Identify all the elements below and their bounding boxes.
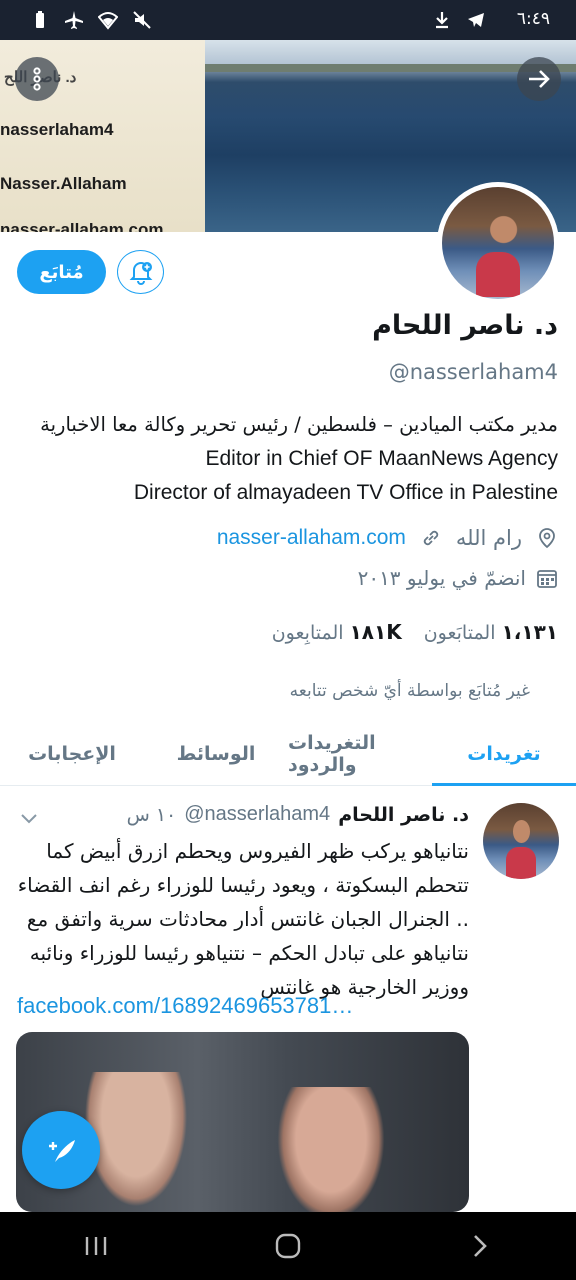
calendar-icon — [537, 570, 557, 588]
tweet-link[interactable]: facebook.com/16892469653781… — [17, 993, 353, 1019]
recents-button[interactable] — [66, 1226, 126, 1266]
tweet-author-name[interactable]: د. ناصر اللحام — [338, 804, 469, 826]
status-icons-right — [432, 10, 486, 30]
recents-icon — [85, 1237, 107, 1255]
profile-website-link[interactable]: nasser-allaham.com — [217, 526, 406, 550]
location-icon — [539, 528, 555, 549]
mute-icon — [133, 11, 151, 29]
not-followed-note: غير مُتابَع بواسطة أيّ شخص تتابعه — [289, 681, 530, 701]
profile-avatar[interactable] — [437, 182, 559, 304]
profile-bio: مدير مكتب الميادين – فلسطين / رئيس تحرير… — [18, 408, 558, 510]
avatar-image — [442, 187, 554, 299]
joined-date: انضمّ في يوليو ٢٠١٣ — [357, 566, 526, 590]
tweet-author-handle[interactable]: @nasserlaham4 — [184, 803, 330, 826]
followers-label: المتابِعون — [271, 622, 344, 644]
tab-tweets-replies[interactable]: التغريدات والردود — [288, 722, 432, 785]
tweet-avatar[interactable] — [483, 803, 559, 879]
followers-count[interactable]: ١٨١K المتابِعون — [272, 620, 402, 644]
home-icon — [275, 1233, 301, 1259]
compose-tweet-button[interactable] — [22, 1111, 100, 1189]
download-icon — [436, 12, 448, 29]
more-button[interactable] — [15, 57, 59, 101]
profile-location: رام الله — [455, 526, 522, 550]
bio-arabic: مدير مكتب الميادين – فلسطين / رئيس تحرير… — [40, 413, 558, 436]
airplane-icon — [65, 11, 83, 29]
tweet-header: د. ناصر اللحام @nasserlaham4 ١٠ س — [127, 803, 469, 826]
following-count[interactable]: ١،١٣١ المتابَعون — [424, 620, 558, 644]
tab-media[interactable]: الوسائط — [144, 722, 288, 785]
link-icon — [423, 530, 439, 546]
profile-tabs: تغريدات التغريدات والردود الوسائط الإعجا… — [0, 722, 576, 786]
profile-handle: @nasserlaham4 — [388, 360, 558, 384]
back-nav-button[interactable] — [450, 1226, 510, 1266]
banner-line: nasserlaham4 — [0, 120, 114, 139]
system-nav-bar — [0, 1212, 576, 1280]
clock: ٦:٤٩ — [516, 9, 550, 29]
tab-likes[interactable]: الإعجابات — [0, 722, 144, 785]
followers-number: ١٨١K — [349, 620, 402, 644]
tweet-text: نتانياهو يركب ظهر الفيروس ويحطم ازرق أبي… — [17, 839, 469, 999]
banner-line: Nasser.Allaham — [0, 174, 127, 193]
bio-english-line-2: Director of almayadeen TV Office in Pale… — [133, 481, 558, 504]
following-button[interactable]: مُتابَع — [17, 250, 106, 294]
profile-meta: رام الله nasser-allaham.com — [18, 526, 558, 550]
status-bar: ٦:٤٩ — [0, 0, 576, 40]
back-arrow-icon — [529, 70, 550, 88]
more-icon — [33, 67, 41, 91]
banner-line: nasser-allaham.com — [0, 220, 164, 232]
follow-counts: ١،١٣١ المتابَعون ١٨١K المتابِعون — [272, 620, 558, 644]
following-label: المتابَعون — [423, 622, 496, 644]
back-chevron-icon — [474, 1235, 487, 1257]
following-number: ١،١٣١ — [501, 620, 558, 644]
profile-joined: انضمّ في يوليو ٢٠١٣ — [358, 566, 558, 590]
battery-icon — [36, 11, 44, 28]
compose-icon — [49, 1140, 75, 1162]
wifi-icon — [98, 12, 118, 30]
telegram-icon — [468, 13, 484, 27]
profile-name: د. ناصر اللحام — [372, 310, 558, 341]
bio-english-line-1: Editor in Chief OF MaanNews Agency — [205, 447, 559, 470]
home-button[interactable] — [258, 1226, 318, 1266]
chevron-down-icon[interactable] — [17, 806, 41, 830]
status-icons-left — [30, 10, 152, 30]
back-button[interactable] — [517, 57, 561, 101]
bell-plus-icon — [129, 262, 152, 285]
notifications-button[interactable] — [117, 250, 164, 294]
tab-tweets[interactable]: تغريدات — [432, 722, 576, 786]
tweet-time: ١٠ س — [126, 803, 177, 826]
